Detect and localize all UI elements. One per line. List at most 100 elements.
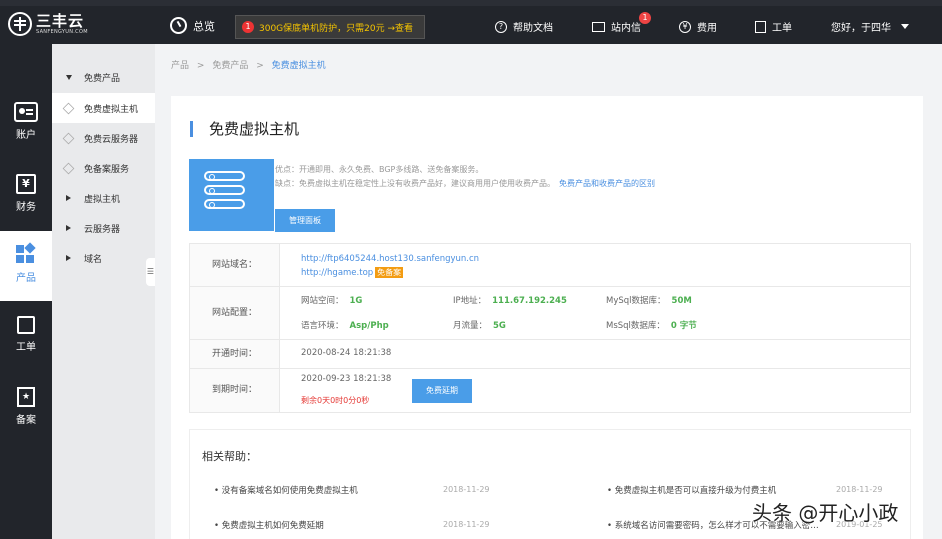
brand-name: 三丰云 <box>36 12 85 30</box>
page-title: 免费虚拟主机 <box>190 121 299 137</box>
traffic-value: 5G <box>493 321 506 331</box>
nav-record-label: 备案 <box>16 415 36 426</box>
tickets-label: 工单 <box>772 23 792 34</box>
submenu-cloud[interactable]: 云服务器 <box>52 213 155 243</box>
submenu-free-vhost[interactable]: 免费虚拟主机 <box>52 93 155 123</box>
submenu-free-products[interactable]: 免费产品 <box>52 62 155 92</box>
mail-icon <box>592 21 605 32</box>
messages-label: 站内信 <box>611 23 641 34</box>
promo-text: 300G保底单机防护，只需20元 →查看 <box>259 23 414 34</box>
compare-link[interactable]: 免费产品和收费产品的区别 <box>559 179 655 188</box>
lang-label: 语言环境： <box>301 321 344 331</box>
help-item-date: 2018-11-29 <box>443 520 490 529</box>
layers-icon <box>62 103 74 113</box>
brand-domain: SANFENGYUN.COM <box>36 29 88 35</box>
caret-right-icon <box>66 225 71 231</box>
window-strip <box>0 0 942 6</box>
collapse-menu-handle[interactable]: ☰ <box>146 258 155 286</box>
brand-logo[interactable]: 三丰云 SANFENGYUN.COM <box>8 12 88 36</box>
submenu-free-cloud-label: 免费云服务器 <box>84 134 139 145</box>
breadcrumb-separator: > <box>256 61 264 71</box>
submenu-domain-label: 域名 <box>84 254 103 265</box>
fee-icon: ¥ <box>679 20 691 33</box>
top-bar: 三丰云 SANFENGYUN.COM 总览 1 300G保底单机防护，只需20元… <box>0 0 942 44</box>
messages-link[interactable]: 站内信 1 <box>592 12 651 34</box>
caret-down-icon <box>66 74 72 80</box>
user-greeting: 您好，于四华 <box>831 23 891 34</box>
nav-account[interactable]: 账户 <box>0 88 52 158</box>
breadcrumb-root[interactable]: 产品 <box>171 61 189 71</box>
product-pros: 优点：开通即用、永久免费、BGP多线路、送免备案服务。 <box>275 165 484 174</box>
nav-ticket-label: 工单 <box>16 342 36 353</box>
mssql-value: 0 字节 <box>670 321 697 331</box>
nav-finance[interactable]: ¥ 财务 <box>0 160 52 230</box>
submenu-free-nofiling[interactable]: 免备案服务 <box>52 153 155 183</box>
help-item[interactable]: • 免费虚拟主机如何免费延期 <box>214 519 324 531</box>
mssql-label: MsSql数据库： <box>606 321 665 331</box>
user-menu[interactable]: 您好，于四华 <box>831 19 909 34</box>
help-item[interactable]: • 没有备案域名如何使用免费虚拟主机 <box>214 484 358 496</box>
traffic-label: 月流量： <box>453 321 488 331</box>
fees-label: 费用 <box>697 23 717 34</box>
product-card: 免费虚拟主机 优点：开通即用、永久免费、BGP多线路、送免备案服务。 缺点：免费… <box>171 96 923 539</box>
manage-panel-button[interactable]: 管理面板 <box>275 209 335 232</box>
tickets-link[interactable]: 工单 <box>755 19 792 34</box>
main-nav-rail: 账户 ¥ 财务 产品 工单 ★ 备案 <box>0 44 52 539</box>
product-icon <box>16 242 36 265</box>
domain-label: 网站域名： <box>190 244 280 286</box>
nav-product-label: 产品 <box>16 273 36 284</box>
overview-link[interactable]: 总览 <box>170 17 215 34</box>
caret-right-icon <box>66 195 71 201</box>
product-description: 优点：开通即用、永久免费、BGP多线路、送免备案服务。 缺点：免费虚拟主机在稳定… <box>275 163 655 191</box>
system-domain-link[interactable]: http://ftp6405244.host130.sanfengyun.cn <box>301 254 479 264</box>
free-renew-button[interactable]: 免费延期 <box>412 379 472 403</box>
server-icon <box>189 159 274 231</box>
open-time-label: 开通时间： <box>190 340 280 368</box>
help-docs-link[interactable]: ? 帮助文档 <box>495 19 553 34</box>
open-time-value: 2020-08-24 18:21:38 <box>301 348 392 358</box>
help-docs-label: 帮助文档 <box>513 23 553 34</box>
mysql-value: 50M <box>671 296 692 306</box>
host-info-table: 网站域名： 网站配置： 开通时间： 到期时间： http://ftp640524… <box>189 243 911 413</box>
submenu-cloud-label: 云服务器 <box>84 224 121 235</box>
no-filing-tag: 免备案 <box>375 267 404 278</box>
nav-finance-label: 财务 <box>16 202 36 213</box>
promo-banner[interactable]: 1 300G保底单机防护，只需20元 →查看 <box>235 15 425 39</box>
submenu-vhost[interactable]: 虚拟主机 <box>52 183 155 213</box>
overview-label: 总览 <box>193 19 215 33</box>
config-label: 网站配置： <box>190 287 280 339</box>
submenu-free-cloud[interactable]: 免费云服务器 <box>52 123 155 153</box>
help-question-icon: ? <box>495 20 507 33</box>
dashboard-gauge-icon <box>170 17 187 34</box>
brand-logo-icon <box>8 12 32 36</box>
lang-value: Asp/Php <box>349 321 389 331</box>
expire-time-label: 到期时间： <box>190 369 280 412</box>
breadcrumb-current: 免费虚拟主机 <box>271 61 326 71</box>
nav-ticket[interactable]: 工单 <box>0 302 52 372</box>
help-title: 相关帮助： <box>202 450 257 463</box>
account-icon <box>14 102 38 122</box>
caret-right-icon <box>66 255 71 261</box>
help-item[interactable]: • 免费虚拟主机是否可以直接升级为付费主机 <box>607 484 776 496</box>
layers-icon <box>62 163 74 173</box>
promo-badge: 1 <box>242 21 254 33</box>
remaining-time: 剩余0天0时0分0秒 <box>301 396 370 405</box>
nav-account-label: 账户 <box>16 130 36 141</box>
layers-icon <box>62 133 74 143</box>
product-cons: 缺点：免费虚拟主机在稳定性上没有收费产品好，建议商用用户使用收费产品。 <box>275 179 555 188</box>
help-item-date: 2018-11-29 <box>836 485 883 494</box>
ticket-doc-icon <box>755 20 766 33</box>
submenu-free-vhost-label: 免费虚拟主机 <box>84 104 139 115</box>
nav-product[interactable]: 产品 <box>0 231 52 301</box>
mysql-label: MySql数据库： <box>606 296 666 306</box>
breadcrumb-mid[interactable]: 免费产品 <box>212 61 248 71</box>
custom-domain-link[interactable]: http://hgame.top <box>301 268 373 278</box>
fees-link[interactable]: ¥ 费用 <box>679 19 717 34</box>
space-label: 网站空间： <box>301 296 344 306</box>
nav-record[interactable]: ★ 备案 <box>0 373 52 443</box>
breadcrumb-separator: > <box>196 61 205 71</box>
submenu-vhost-label: 虚拟主机 <box>84 194 121 205</box>
submenu-domain[interactable]: 域名 <box>52 243 155 273</box>
record-icon: ★ <box>17 387 35 407</box>
product-submenu: 免费产品 免费虚拟主机 免费云服务器 免备案服务 虚拟主机 云服务器 域名 <box>52 44 155 539</box>
